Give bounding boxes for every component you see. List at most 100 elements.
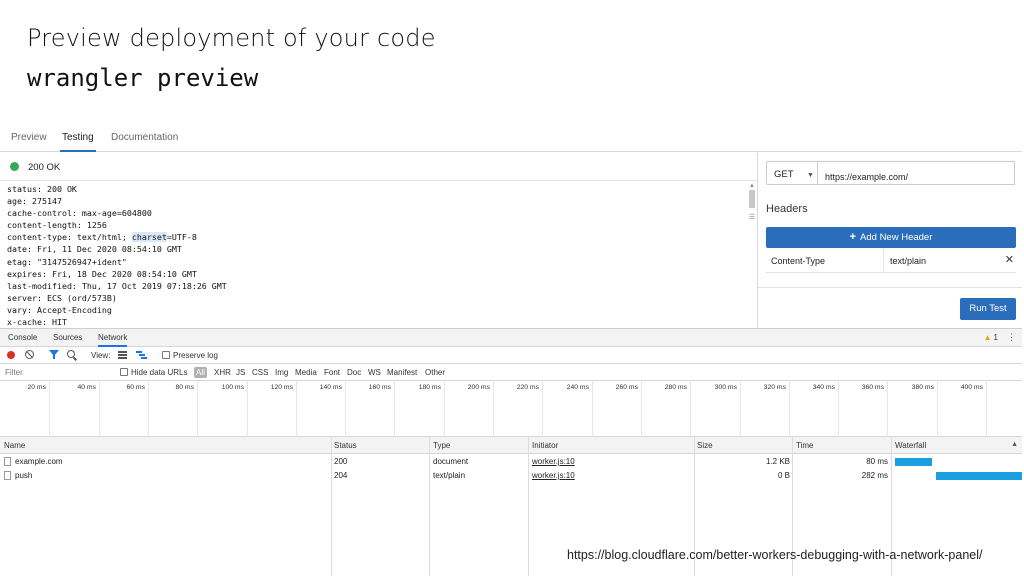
type-filter-media[interactable]: Media [295, 368, 317, 377]
column-type[interactable]: Type [433, 441, 450, 450]
type-filter-other[interactable]: Other [425, 368, 445, 377]
tab-documentation[interactable]: Documentation [109, 132, 180, 152]
record-icon[interactable] [7, 351, 15, 359]
column-name[interactable]: Name [4, 441, 25, 450]
timeline-gridline [49, 381, 50, 437]
timeline-tick-label: 120 ms [270, 384, 293, 391]
timeline-gridline [148, 381, 149, 437]
header-value[interactable]: text/plain [890, 256, 926, 266]
timeline-tick-label: 300 ms [714, 384, 737, 391]
filter-input[interactable] [2, 366, 110, 379]
slide-title: Preview deployment of your code [27, 24, 436, 52]
timeline-tick-label: 100 ms [221, 384, 244, 391]
type-filter-css[interactable]: CSS [252, 368, 268, 377]
type-filter-font[interactable]: Font [324, 368, 340, 377]
source-credit: https://blog.cloudflare.com/better-worke… [567, 548, 983, 562]
tab-network[interactable]: Network [98, 333, 128, 347]
method-value: GET [774, 169, 794, 180]
url-input[interactable] [818, 161, 1015, 185]
column-size[interactable]: Size [697, 441, 713, 450]
time-cell: 282 ms [861, 471, 888, 480]
response-header-line: etag: "3147526947+ident" [7, 256, 127, 267]
column-initiator[interactable]: Initiator [532, 441, 558, 450]
hide-data-urls-checkbox[interactable] [120, 368, 128, 376]
type-cell: document [433, 457, 469, 466]
column-status[interactable]: Status [334, 441, 357, 450]
column-waterfall[interactable]: Waterfall [895, 441, 926, 450]
resize-grip-icon[interactable]: ☰ [748, 213, 756, 223]
header-row: Content-Type text/plain ✕ [766, 249, 1016, 273]
type-cell: text/plain [433, 471, 466, 480]
timeline-gridline [197, 381, 198, 437]
waterfall-bar[interactable] [895, 458, 932, 466]
hide-data-urls-toggle[interactable]: Hide data URLs [120, 368, 187, 377]
initiator-link[interactable]: worker.js:10 [532, 457, 575, 466]
response-header-line: content-type: text/html; charset=UTF-8 [7, 232, 197, 243]
request-name-cell[interactable]: push [4, 471, 32, 480]
time-cell: 80 ms [866, 457, 888, 466]
waterfall-bar[interactable] [936, 472, 1022, 480]
method-select[interactable]: GET ▼ [766, 161, 818, 185]
initiator-link[interactable]: worker.js:10 [532, 471, 575, 480]
type-filter-manifest[interactable]: Manifest [387, 368, 417, 377]
timeline-tick-label: 80 ms [175, 384, 194, 391]
preserve-log-toggle[interactable]: Preserve log [162, 351, 218, 360]
network-toolbar: View: Preserve log [0, 347, 1022, 364]
scroll-up-icon[interactable]: ▲ [748, 183, 756, 189]
close-icon[interactable]: ✕ [1005, 253, 1014, 266]
timeline-tick-label: 140 ms [319, 384, 342, 391]
status-dot-icon [10, 162, 19, 171]
network-overview-timeline[interactable]: 20 ms 40 ms 60 ms 80 ms 100 ms 120 ms 140 ms 16… [0, 381, 1022, 437]
request-name-cell[interactable]: example.com [4, 457, 63, 466]
type-filter-doc[interactable]: Doc [347, 368, 361, 377]
devtools-tabs: Console Sources Network ▲ 1 ⋮ [0, 329, 1022, 347]
scroll-thumb[interactable] [749, 190, 755, 208]
large-rows-icon[interactable] [118, 351, 127, 359]
warning-counter[interactable]: ▲ 1 [984, 333, 998, 342]
timeline-tick-label: 40 ms [77, 384, 96, 391]
status-cell: 200 [334, 457, 348, 466]
tab-sources[interactable]: Sources [53, 333, 82, 342]
clear-icon[interactable] [25, 350, 34, 359]
response-headers[interactable]: status: 200 OK age: 275147 cache-control: … [7, 183, 747, 328]
headers-label: Headers [766, 203, 808, 215]
timeline-tick-label: 220 ms [516, 384, 539, 391]
type-filter-ws[interactable]: WS [368, 368, 381, 377]
add-header-button[interactable]: + Add New Header [766, 227, 1016, 248]
response-header-line: last-modified: Thu, 17 Oct 2019 07:18:26… [7, 280, 227, 291]
type-filter-img[interactable]: Img [275, 368, 288, 377]
timeline-gridline [493, 381, 494, 437]
caret-down-icon: ▼ [807, 172, 814, 179]
timeline-gridline [542, 381, 543, 437]
response-header-line: vary: Accept-Encoding [7, 304, 112, 315]
divider [758, 287, 1022, 288]
status-text: 200 OK [28, 162, 61, 173]
timeline-tick-label: 380 ms [911, 384, 934, 391]
table-row[interactable]: push 204 text/plain worker.js:10 0 B 282 ms [0, 469, 1022, 483]
waterfall-view-icon[interactable] [136, 351, 147, 360]
more-menu-icon[interactable]: ⋮ [1007, 332, 1016, 343]
tab-testing[interactable]: Testing [60, 132, 96, 152]
response-scrollbar[interactable]: ▲ ☰ [748, 183, 756, 225]
type-filter-all[interactable]: All [194, 367, 207, 378]
table-header: Name Status Type Initiator Size Time Wat… [0, 437, 1022, 454]
timeline-tick-label: 160 ms [368, 384, 391, 391]
response-header-line: x-cache: HIT [7, 317, 67, 328]
tab-console[interactable]: Console [8, 333, 37, 342]
sort-asc-icon[interactable]: ▲ [1011, 441, 1018, 448]
tab-preview[interactable]: Preview [9, 132, 49, 152]
header-key[interactable]: Content-Type [771, 256, 825, 266]
table-row[interactable]: example.com 200 document worker.js:10 1.2 KB… [0, 455, 1022, 469]
timeline-gridline [99, 381, 100, 437]
warning-icon: ▲ [983, 333, 992, 342]
type-filter-xhr[interactable]: XHR [214, 368, 231, 377]
text-selection-highlight: charset [131, 232, 167, 243]
response-panel: 200 OK status: 200 OK age: 275147 cache-co… [0, 153, 758, 328]
slide-command: wrangler preview [27, 64, 259, 92]
timeline-gridline [838, 381, 839, 437]
type-filter-js[interactable]: JS [236, 368, 245, 377]
file-icon [4, 457, 11, 466]
run-test-button[interactable]: Run Test [960, 298, 1016, 320]
column-time[interactable]: Time [796, 441, 813, 450]
preserve-log-checkbox[interactable] [162, 351, 170, 359]
